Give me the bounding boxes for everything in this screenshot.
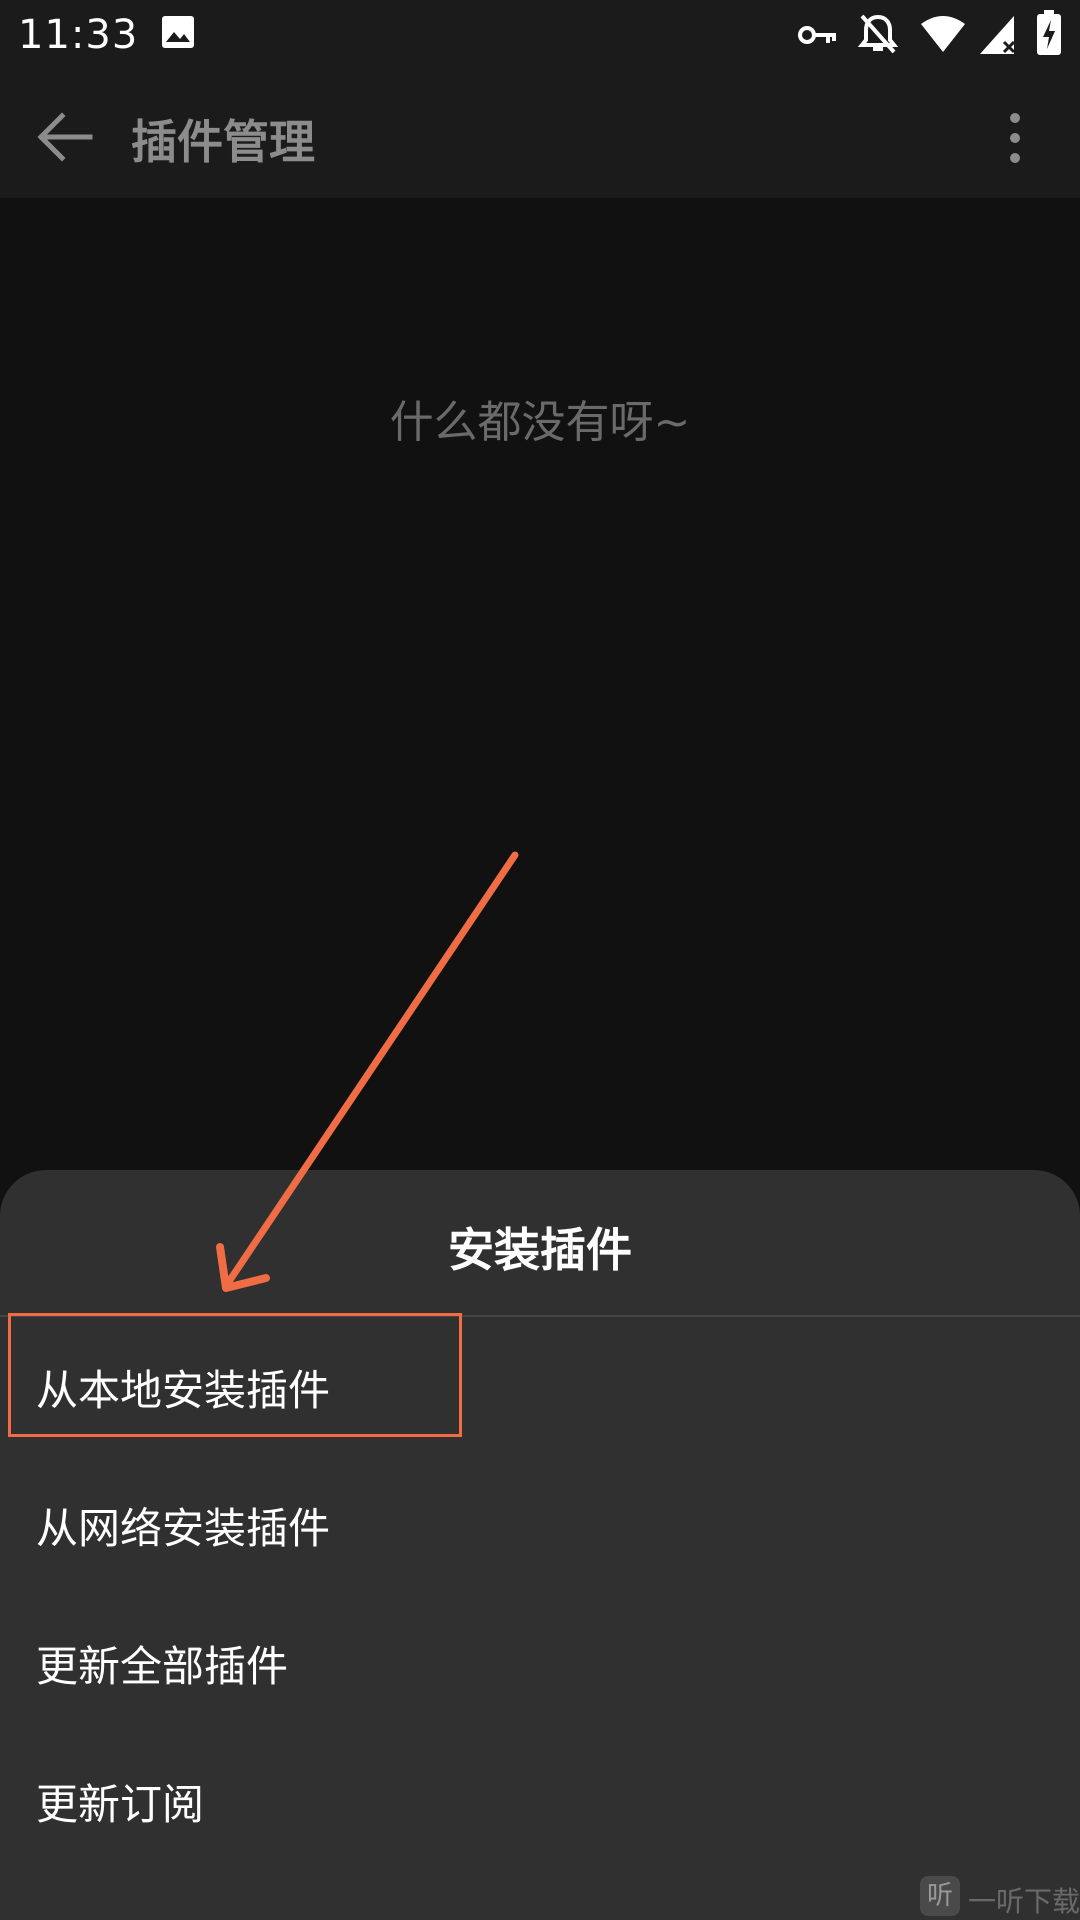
status-bar: 11:33 bbox=[0, 0, 1080, 76]
page-title: 插件管理 bbox=[131, 115, 315, 169]
install-local-plugin-item[interactable]: 从本地安装插件 bbox=[0, 1317, 1080, 1455]
notifications-off-icon bbox=[858, 14, 898, 54]
update-all-plugins-item[interactable]: 更新全部插件 bbox=[0, 1593, 1080, 1731]
status-time: 11:33 bbox=[18, 12, 139, 58]
menu-item-label: 更新订阅 bbox=[36, 1780, 205, 1829]
menu-item-label: 从本地安装插件 bbox=[36, 1366, 331, 1415]
install-plugin-sheet: 安装插件 从本地安装插件 从网络安装插件 更新全部插件 更新订阅 bbox=[0, 1170, 1080, 1920]
cellular-signal-icon bbox=[980, 16, 1016, 54]
more-options-button[interactable] bbox=[990, 108, 1040, 168]
screen: 11:33 插件管理 什么都没有呀~ 安装插件 从本地安装插件 从网络安装插件 … bbox=[0, 0, 1080, 1920]
install-network-plugin-item[interactable]: 从网络安装插件 bbox=[0, 1455, 1080, 1593]
back-button[interactable] bbox=[30, 102, 100, 172]
empty-state-message: 什么都没有呀~ bbox=[389, 397, 691, 448]
battery-charging-icon bbox=[1037, 10, 1061, 55]
watermark-logo: 听 bbox=[920, 1876, 960, 1916]
vpn-key-icon bbox=[798, 26, 836, 44]
more-vert-icon bbox=[1010, 113, 1020, 163]
image-icon bbox=[162, 16, 194, 48]
menu-item-label: 更新全部插件 bbox=[36, 1642, 289, 1691]
app-bar: 插件管理 bbox=[0, 76, 1080, 198]
menu-item-label: 从网络安装插件 bbox=[36, 1504, 331, 1553]
update-subscription-item[interactable]: 更新订阅 bbox=[0, 1731, 1080, 1869]
arrow-back-icon bbox=[37, 112, 93, 162]
watermark-text: 一听下载 bbox=[968, 1885, 1080, 1918]
wifi-icon bbox=[921, 16, 965, 52]
watermark: 听 一听下载 bbox=[920, 1874, 1080, 1918]
sheet-title: 安装插件 bbox=[448, 1223, 632, 1277]
